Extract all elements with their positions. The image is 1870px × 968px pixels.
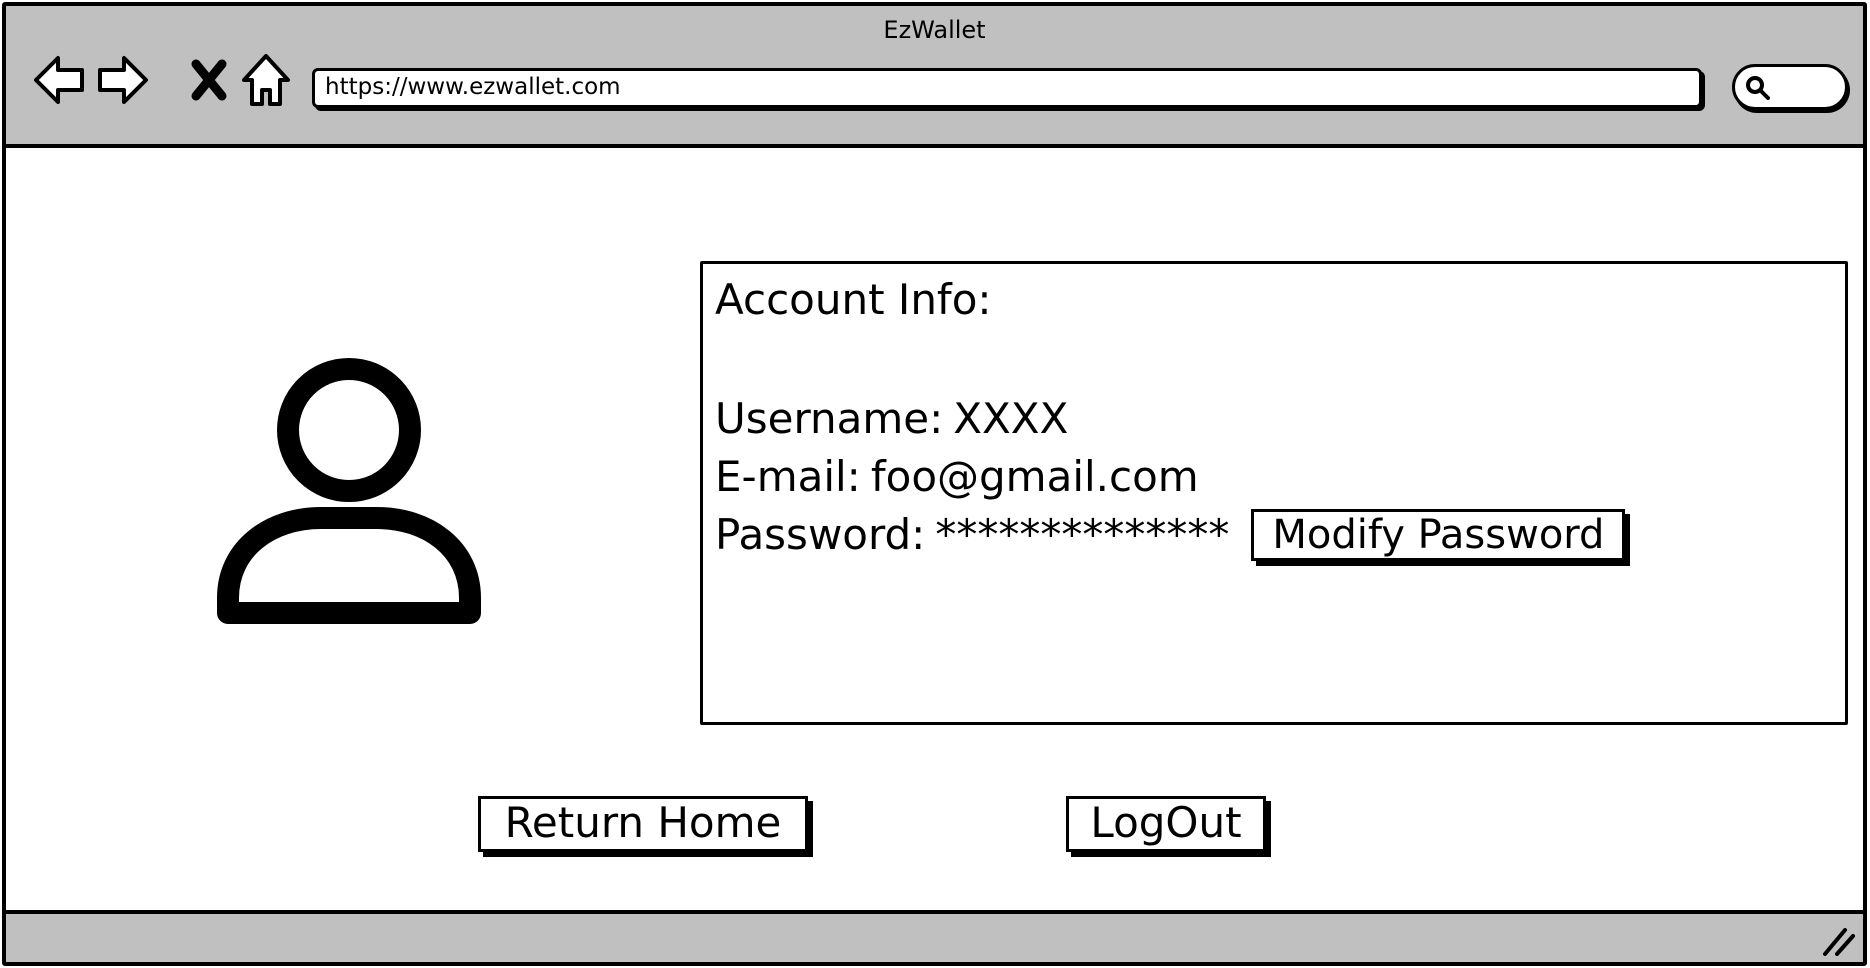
- username-label: Username:: [715, 394, 944, 443]
- home-icon: [242, 54, 290, 106]
- account-info-panel: Account Info: Username: XXXX E-mail: foo…: [700, 261, 1848, 725]
- browser-toolbar: EzWallet https://www.ezwallet.com: [6, 6, 1863, 148]
- email-value: foo@gmail.com: [870, 452, 1199, 501]
- forward-arrow-icon: [98, 56, 148, 104]
- address-url: https://www.ezwallet.com: [325, 74, 621, 100]
- stop-button[interactable]: [178, 50, 238, 110]
- address-bar[interactable]: https://www.ezwallet.com: [312, 68, 1702, 108]
- user-avatar-icon: [216, 358, 482, 624]
- window-title: EzWallet: [883, 16, 986, 44]
- status-bar: [6, 910, 1863, 962]
- username-row: Username: XXXX: [715, 390, 1833, 448]
- username-value: XXXX: [953, 394, 1069, 443]
- resize-grip-icon[interactable]: [1817, 922, 1857, 958]
- browser-window: EzWallet https://www.ezwallet.com Accoun…: [2, 2, 1867, 966]
- modify-password-button[interactable]: Modify Password: [1251, 509, 1626, 561]
- forward-button[interactable]: [92, 50, 152, 110]
- password-value: **************: [935, 510, 1230, 559]
- back-arrow-icon: [34, 56, 84, 104]
- search-icon: [1746, 76, 1770, 100]
- page-content: Account Info: Username: XXXX E-mail: foo…: [6, 148, 1863, 910]
- home-button[interactable]: [236, 50, 296, 110]
- close-icon: [191, 59, 227, 101]
- email-label: E-mail:: [715, 452, 861, 501]
- logout-button[interactable]: LogOut: [1066, 796, 1266, 852]
- password-row: Password: ************** Modify Password: [715, 506, 1833, 564]
- password-label: Password:: [715, 510, 926, 559]
- back-button[interactable]: [30, 50, 90, 110]
- email-row: E-mail: foo@gmail.com: [715, 448, 1833, 506]
- search-box[interactable]: [1732, 64, 1848, 110]
- account-info-heading: Account Info:: [715, 275, 992, 324]
- return-home-button[interactable]: Return Home: [478, 796, 808, 852]
